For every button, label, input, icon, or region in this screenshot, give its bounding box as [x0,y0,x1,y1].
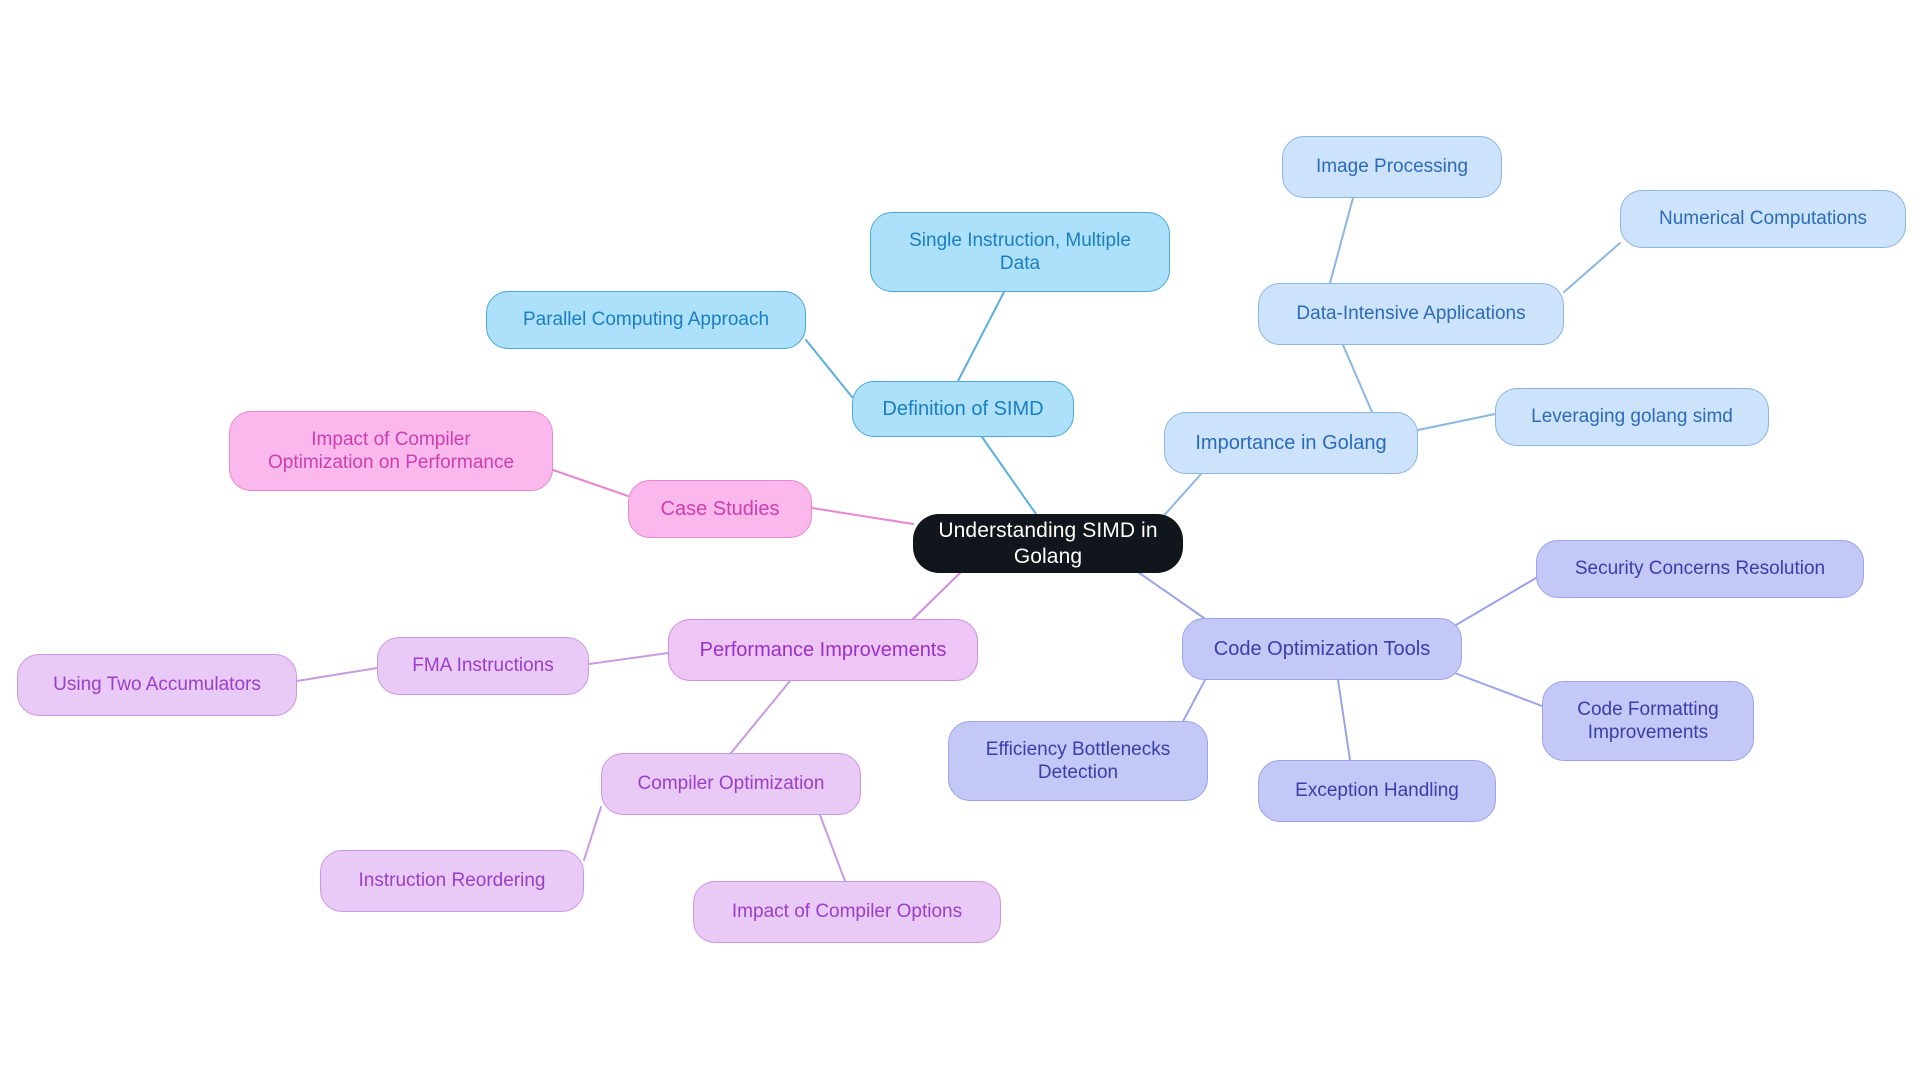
mindmap-node-leveraging-golang-simd[interactable]: Leveraging golang simd [1495,388,1769,446]
edge-importance-in-golang-to-data-intensive-applications [1342,344,1373,413]
mindmap-node-instruction-reordering[interactable]: Instruction Reordering [320,850,584,912]
mindmap-node-code-formatting-improvements[interactable]: Code Formatting Improvements [1542,681,1754,761]
mindmap-node-performance-improvements[interactable]: Performance Improvements [668,619,978,681]
mindmap-node-image-processing[interactable]: Image Processing [1282,136,1502,198]
mindmap-node-single-instruction-multiple-data[interactable]: Single Instruction, Multiple Data [870,212,1170,292]
mindmap-node-importance-in-golang[interactable]: Importance in Golang [1164,412,1418,474]
edge-code-optimization-tools-to-security-concerns-resolution [1455,577,1537,626]
edge-definition-of-simd-to-single-instruction-multiple-data [957,291,1005,382]
edge-root-to-case-studies [811,507,914,525]
mindmap-node-root[interactable]: Understanding SIMD in Golang [913,514,1183,573]
edge-compiler-optimization-to-impact-of-compiler-options [819,814,846,882]
edge-code-optimization-tools-to-code-formatting-improvements [1451,671,1543,707]
mindmap-node-fma-instructions[interactable]: FMA Instructions [377,637,589,695]
edge-importance-in-golang-to-leveraging-golang-simd [1417,413,1496,431]
edge-root-to-definition-of-simd [981,436,1037,515]
edge-performance-improvements-to-fma-instructions [588,652,669,665]
edge-performance-improvements-to-compiler-optimization [730,680,791,754]
mindmap-canvas: Understanding SIMD in Golang Definition o… [0,0,1920,1083]
mindmap-node-efficiency-bottlenecks-detection[interactable]: Efficiency Bottlenecks Detection [948,721,1208,801]
edge-code-optimization-tools-to-efficiency-bottlenecks-detection [1179,679,1206,728]
mindmap-node-parallel-computing-approach[interactable]: Parallel Computing Approach [486,291,806,349]
mindmap-node-data-intensive-applications[interactable]: Data-Intensive Applications [1258,283,1564,345]
edge-code-optimization-tools-to-exception-handling [1337,679,1351,761]
edge-root-to-importance-in-golang [1159,473,1202,521]
edge-data-intensive-applications-to-image-processing [1329,197,1354,284]
mindmap-node-compiler-optimization[interactable]: Compiler Optimization [601,753,861,815]
edge-root-to-performance-improvements [912,572,961,620]
mindmap-node-numerical-computations[interactable]: Numerical Computations [1620,190,1906,248]
edge-compiler-optimization-to-instruction-reordering [583,806,602,861]
mindmap-node-exception-handling[interactable]: Exception Handling [1258,760,1496,822]
mindmap-node-definition-of-simd[interactable]: Definition of SIMD [852,381,1074,437]
edge-definition-of-simd-to-parallel-computing-approach [805,339,853,398]
edge-data-intensive-applications-to-numerical-computations [1563,242,1621,293]
mindmap-node-security-concerns-resolution[interactable]: Security Concerns Resolution [1536,540,1864,598]
mindmap-node-code-optimization-tools[interactable]: Code Optimization Tools [1182,618,1462,680]
edge-root-to-code-optimization-tools [1134,569,1205,619]
edge-fma-instructions-to-using-two-accumulators [296,667,378,682]
mindmap-node-case-studies[interactable]: Case Studies [628,480,812,538]
mindmap-node-impact-of-compiler-options[interactable]: Impact of Compiler Options [693,881,1001,943]
mindmap-node-impact-of-compiler-optimization-on-performance[interactable]: Impact of Compiler Optimization on Perfo… [229,411,553,491]
edge-case-studies-to-impact-of-compiler-optimization-on-performance [552,469,629,497]
mindmap-node-using-two-accumulators[interactable]: Using Two Accumulators [17,654,297,716]
